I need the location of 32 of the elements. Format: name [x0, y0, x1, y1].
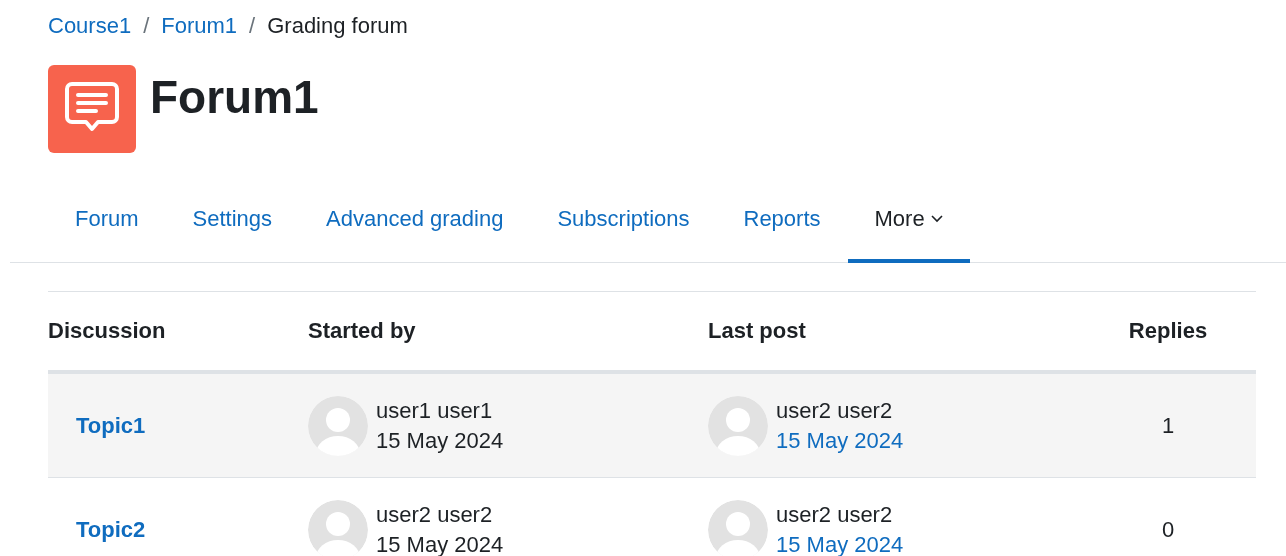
replies-count: 0	[1161, 516, 1175, 543]
user-name: user1 user1	[376, 397, 494, 424]
column-header: Last post	[708, 318, 807, 344]
nav-tab[interactable]: Subscriptions	[530, 179, 717, 263]
user-name: user2 user2	[376, 501, 494, 528]
breadcrumb-link[interactable]: Forum1	[161, 13, 238, 39]
breadcrumb-current: Grading forum	[267, 13, 408, 39]
post-date: 15 May 2024	[376, 427, 504, 454]
forum-icon	[48, 65, 136, 153]
nav-tab[interactable]: Reports	[716, 179, 848, 263]
column-header: Replies	[1128, 318, 1208, 344]
topic-link[interactable]: Topic2	[76, 516, 308, 543]
topic-link[interactable]: Topic1	[76, 412, 308, 439]
user-name: user2 user2	[776, 397, 894, 424]
nav-tab[interactable]: More	[847, 179, 970, 263]
breadcrumb-separator: /	[143, 13, 150, 39]
avatar-icon	[308, 395, 368, 456]
nav-tab[interactable]: Forum	[48, 179, 166, 263]
column-header: Discussion	[48, 318, 167, 344]
page-title: Forum1	[150, 70, 319, 120]
nav-tab[interactable]: Settings	[165, 179, 300, 263]
user-name: user2 user2	[776, 501, 894, 528]
chevron-down-icon	[930, 215, 943, 223]
breadcrumb-separator: /	[249, 13, 256, 39]
breadcrumb-link[interactable]: Course1	[48, 13, 132, 39]
replies-count: 1	[1161, 412, 1175, 439]
last-post-link[interactable]: 15 May 2024	[776, 427, 904, 454]
nav-tab[interactable]: Advanced grading	[299, 179, 531, 263]
post-date: 15 May 2024	[376, 531, 504, 556]
column-header: Started by	[308, 318, 417, 344]
last-post-link[interactable]: 15 May 2024	[776, 531, 904, 556]
avatar-icon	[708, 395, 768, 456]
